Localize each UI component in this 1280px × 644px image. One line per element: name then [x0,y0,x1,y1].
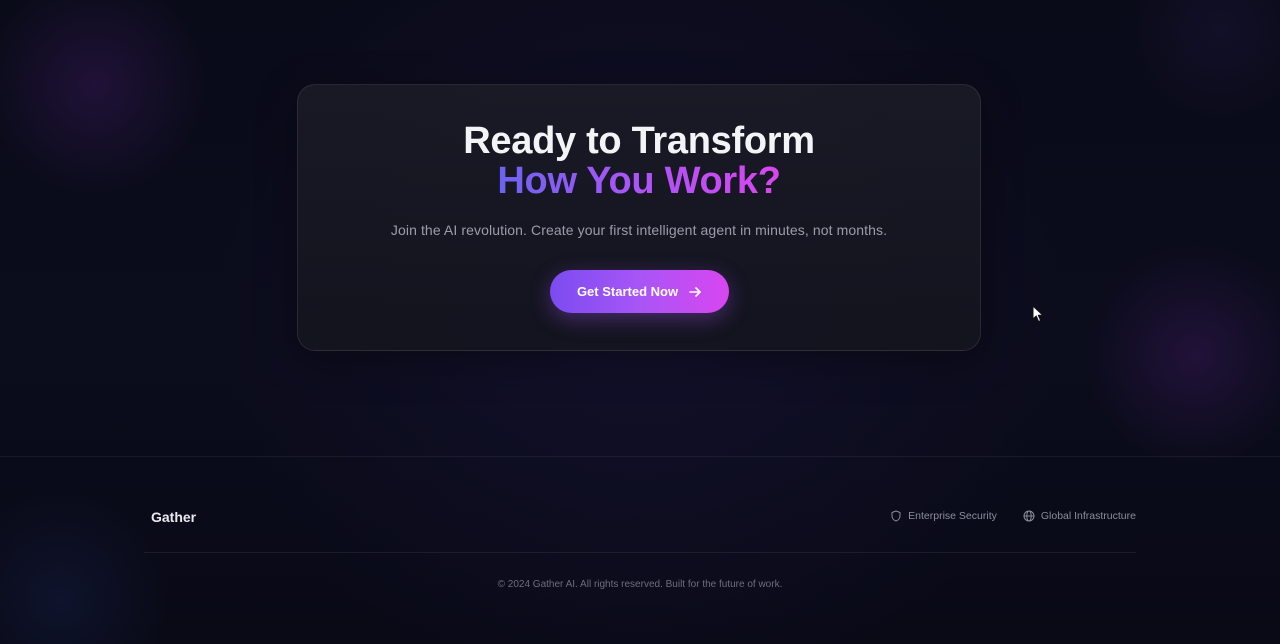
cta-card: Ready to Transform How You Work? Join th… [297,84,981,351]
footer-badge-label: Enterprise Security [908,510,997,522]
footer-badge-global-infrastructure: Global Infrastructure [1023,510,1136,522]
globe-icon [1023,510,1035,522]
mouse-cursor-icon [1032,305,1044,322]
page: Ready to Transform How You Work? Join th… [0,0,1280,644]
arrow-right-icon [688,285,702,299]
footer-brand-logo[interactable]: Gather [151,509,196,525]
footer-badge-label: Global Infrastructure [1040,510,1136,522]
cta-title: Ready to Transform How You Work? [298,121,980,201]
footer-copyright: © 2024 Gather AI. All rights reserved. B… [497,579,783,590]
footer-badge-enterprise-security: Enterprise Security [890,510,997,522]
footer-divider-bottom [144,552,1136,553]
cta-title-line1: Ready to Transform [463,120,815,162]
footer-divider-top [0,456,1280,457]
get-started-button[interactable]: Get Started Now [550,270,729,313]
shield-icon [891,510,901,522]
footer-badges: Enterprise Security Global Infrastructur… [890,510,1136,522]
cta-title-line2-gradient: How You Work? [497,160,781,202]
cta-subtitle: Join the AI revolution. Create your firs… [390,222,888,238]
get-started-button-label: Get Started Now [576,284,679,299]
